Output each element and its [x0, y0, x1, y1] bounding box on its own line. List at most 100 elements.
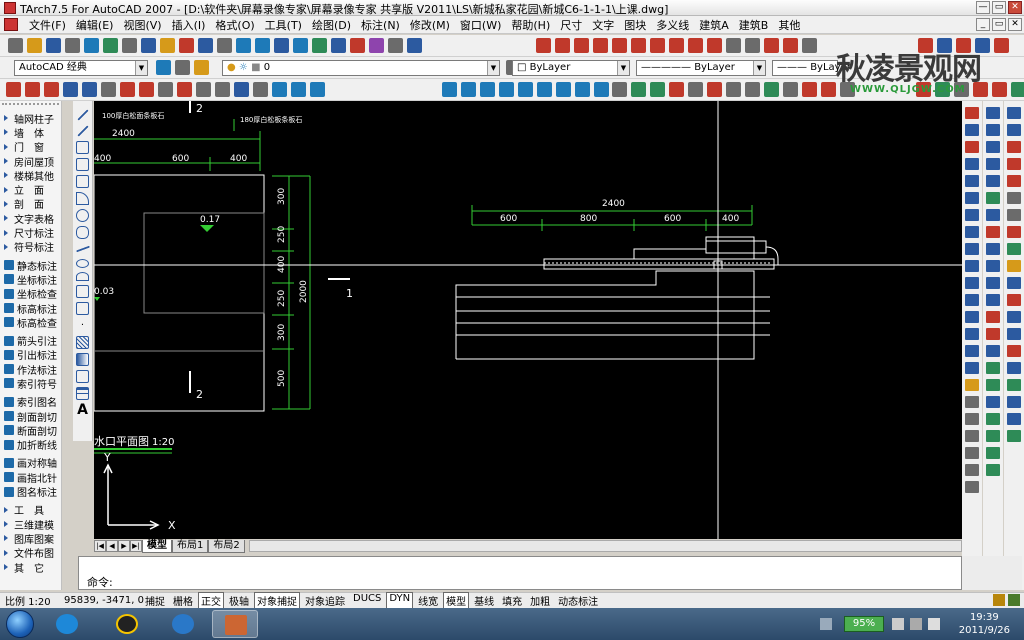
offset-icon[interactable]	[965, 158, 979, 170]
snap-7-icon[interactable]	[556, 82, 571, 97]
undo-icon[interactable]	[198, 38, 213, 53]
zoom-realtime-icon[interactable]	[255, 38, 270, 53]
menu-format[interactable]: 格式(O)	[210, 17, 259, 33]
maximize-button[interactable]: ▭	[992, 1, 1006, 14]
open-icon[interactable]	[27, 38, 42, 53]
doc-close-button[interactable]: ✕	[1008, 18, 1022, 31]
tarch-edit-19-icon[interactable]	[986, 413, 1000, 425]
axis-grid-icon[interactable]	[6, 82, 21, 97]
edit-3-icon[interactable]	[650, 82, 665, 97]
power-plug-icon[interactable]	[892, 618, 904, 630]
dim-diameter-icon[interactable]	[688, 38, 703, 53]
battery-indicator[interactable]: 95%	[844, 616, 884, 632]
paste-icon[interactable]	[160, 38, 175, 53]
menu-text[interactable]: 文字	[587, 17, 619, 33]
snap-1-icon[interactable]	[442, 82, 457, 97]
tarch-tool-n-icon[interactable]	[1007, 328, 1021, 340]
snap-5-icon[interactable]	[518, 82, 533, 97]
copy-icon[interactable]	[141, 38, 156, 53]
taskbar-app-ie[interactable]	[160, 610, 206, 638]
stretch-icon[interactable]	[965, 243, 979, 255]
taskbar-app-sogou[interactable]	[44, 610, 90, 638]
edit-10-icon[interactable]	[783, 82, 798, 97]
document-icon[interactable]	[4, 18, 18, 31]
explode-icon[interactable]	[965, 379, 979, 391]
trim-icon[interactable]	[965, 260, 979, 272]
workspace-settings-icon[interactable]	[156, 60, 171, 75]
tarch-tool-e-icon[interactable]	[1007, 175, 1021, 187]
menu-insert[interactable]: 插入(I)	[167, 17, 211, 33]
copy-object-icon[interactable]	[965, 124, 979, 136]
symbol-icon[interactable]	[253, 82, 268, 97]
tarch-menu-item[interactable]: 图库图案	[0, 531, 61, 546]
clock[interactable]: 19:39 2011/9/26	[959, 611, 1010, 637]
tarch-menu-item[interactable]: 房间屋顶	[0, 154, 61, 169]
pan-icon[interactable]	[236, 38, 251, 53]
dim-baseline-icon[interactable]	[593, 38, 608, 53]
tarch-tool-c-icon[interactable]	[1007, 141, 1021, 153]
arc-icon[interactable]	[76, 192, 89, 205]
status-toggle-button[interactable]: DUCS	[350, 592, 384, 609]
elevation-icon[interactable]	[158, 82, 173, 97]
tarch-edit-17-icon[interactable]	[986, 379, 1000, 391]
status-toggle-button[interactable]: 模型	[443, 592, 470, 609]
lineweight-select[interactable]: ——— ByLayer	[772, 60, 851, 76]
last-tab-button[interactable]: ▶|	[130, 540, 142, 552]
tarch-edit-5-icon[interactable]	[986, 175, 1000, 187]
tarch-menu-item[interactable]: 画对称轴	[0, 456, 61, 470]
dim-leader-icon[interactable]	[726, 38, 741, 53]
linetype-select[interactable]: ————— ByLayer ▼	[636, 60, 766, 76]
zoom-previous-icon[interactable]	[293, 38, 308, 53]
tarch-tool-t-icon[interactable]	[1007, 430, 1021, 442]
tab-model[interactable]: 模型	[142, 539, 172, 553]
edit-5-icon[interactable]	[688, 82, 703, 97]
text-icon[interactable]	[196, 82, 211, 97]
section-icon[interactable]	[177, 82, 192, 97]
tarch-edit-14-icon[interactable]	[986, 328, 1000, 340]
edit-12-icon[interactable]	[821, 82, 836, 97]
dim-edit-icon[interactable]	[745, 38, 760, 53]
prev-tab-button[interactable]: ◀	[106, 540, 118, 552]
tarch-edit-7-icon[interactable]	[986, 209, 1000, 221]
tarch-menu-item[interactable]: 标高标注	[0, 301, 61, 316]
redo-icon[interactable]	[217, 38, 232, 53]
edit-9-icon[interactable]	[764, 82, 779, 97]
dim-linear-icon[interactable]	[536, 38, 551, 53]
region-icon[interactable]	[76, 370, 89, 383]
dim-angle-icon[interactable]	[631, 38, 646, 53]
divide-icon[interactable]	[965, 396, 979, 408]
menu-file[interactable]: 文件(F)	[24, 17, 71, 33]
align-icon[interactable]	[965, 430, 979, 442]
status-toggle-button[interactable]: 捕捉	[142, 592, 168, 609]
new-icon[interactable]	[8, 38, 23, 53]
tarch-tool-a-icon[interactable]	[1007, 107, 1021, 119]
break-at-point-icon[interactable]	[965, 294, 979, 306]
snap-3-icon[interactable]	[480, 82, 495, 97]
cut-icon[interactable]	[122, 38, 137, 53]
room-icon[interactable]	[120, 82, 135, 97]
close-button[interactable]: ✕	[1008, 1, 1022, 14]
menu-modify[interactable]: 修改(M)	[405, 17, 455, 33]
construction-line-icon[interactable]	[76, 125, 89, 137]
tarch-edit-20-icon[interactable]	[986, 430, 1000, 442]
dim-style-icon[interactable]	[783, 38, 798, 53]
join-icon[interactable]	[965, 328, 979, 340]
tarch-menu-item[interactable]: 画指北针	[0, 470, 61, 485]
horizontal-scrollbar[interactable]	[248, 540, 962, 552]
tool-palettes-icon[interactable]	[350, 38, 365, 53]
table-icon[interactable]	[215, 82, 230, 97]
tarch-tool-p-icon[interactable]	[1007, 362, 1021, 374]
snap-6-icon[interactable]	[537, 82, 552, 97]
mirror-icon[interactable]	[965, 141, 979, 153]
door-icon[interactable]	[63, 82, 78, 97]
tool-icon[interactable]	[272, 82, 287, 97]
menu-polyline[interactable]: 多义线	[651, 17, 694, 33]
tarch-menu-item[interactable]: 其 它	[0, 560, 61, 575]
tarch-tool-s-icon[interactable]	[1007, 413, 1021, 425]
zoom-window-icon[interactable]	[274, 38, 289, 53]
polygon-icon[interactable]	[76, 158, 89, 171]
point-icon[interactable]: ·	[76, 319, 89, 332]
lock-toolbar-icon[interactable]	[993, 594, 1005, 606]
tarch-edit-6-icon[interactable]	[986, 192, 1000, 204]
taskbar-app-qq[interactable]	[104, 610, 150, 638]
